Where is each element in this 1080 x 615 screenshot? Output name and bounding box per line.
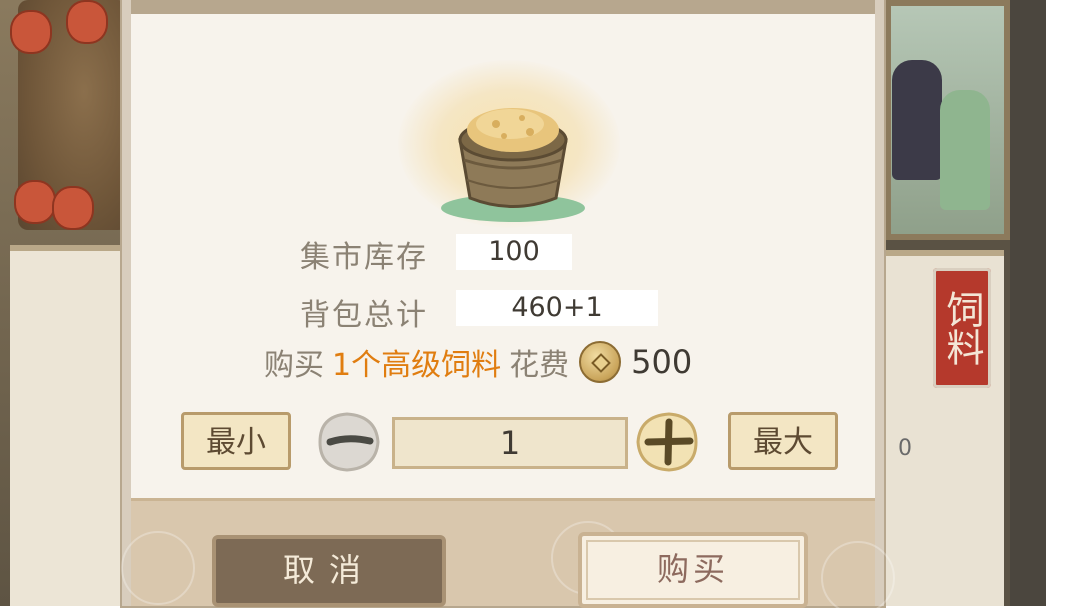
cloud-pattern xyxy=(821,541,895,615)
market-stock-label: 集市库存 xyxy=(300,240,428,275)
min-button[interactable]: 最小 xyxy=(181,412,291,470)
bag-total-label: 背包总计 xyxy=(300,298,428,333)
feed-shop-banner: 饲料 xyxy=(933,268,991,388)
max-button[interactable]: 最大 xyxy=(728,412,838,470)
dialog-top-border xyxy=(131,0,875,14)
price-item-name: 高级饲料 xyxy=(381,348,502,383)
villager-figure xyxy=(940,90,990,210)
lantern-icon xyxy=(14,180,56,224)
scene-edge xyxy=(1010,0,1046,606)
villager-figure xyxy=(892,60,942,180)
bag-total-value: 460+1 xyxy=(456,290,658,326)
price-prefix: 购买 xyxy=(264,348,324,383)
buy-button[interactable]: 购买 xyxy=(578,532,808,608)
left-wall-panel xyxy=(10,245,130,606)
cloud-pattern xyxy=(121,531,195,605)
minus-icon xyxy=(318,412,380,472)
lantern-icon xyxy=(52,186,94,230)
price-mid: 花费 xyxy=(509,348,570,383)
lantern-icon xyxy=(10,10,52,54)
price-count: 1个 xyxy=(332,348,382,383)
price-value: 500 xyxy=(631,343,693,381)
cancel-button[interactable]: 取消 xyxy=(212,535,446,607)
lantern-icon xyxy=(66,0,108,44)
decrease-button[interactable] xyxy=(312,410,382,474)
feed-bucket-icon xyxy=(438,80,588,234)
increase-button[interactable] xyxy=(634,410,704,474)
price-summary: 购买 1个 高级饲料 花费 500 xyxy=(264,340,692,384)
plus-icon xyxy=(636,412,698,472)
side-count: 0 xyxy=(898,436,912,461)
market-stock-value: 100 xyxy=(456,234,572,270)
quantity-field[interactable]: 1 xyxy=(392,417,628,469)
copper-coin-icon xyxy=(579,341,622,383)
